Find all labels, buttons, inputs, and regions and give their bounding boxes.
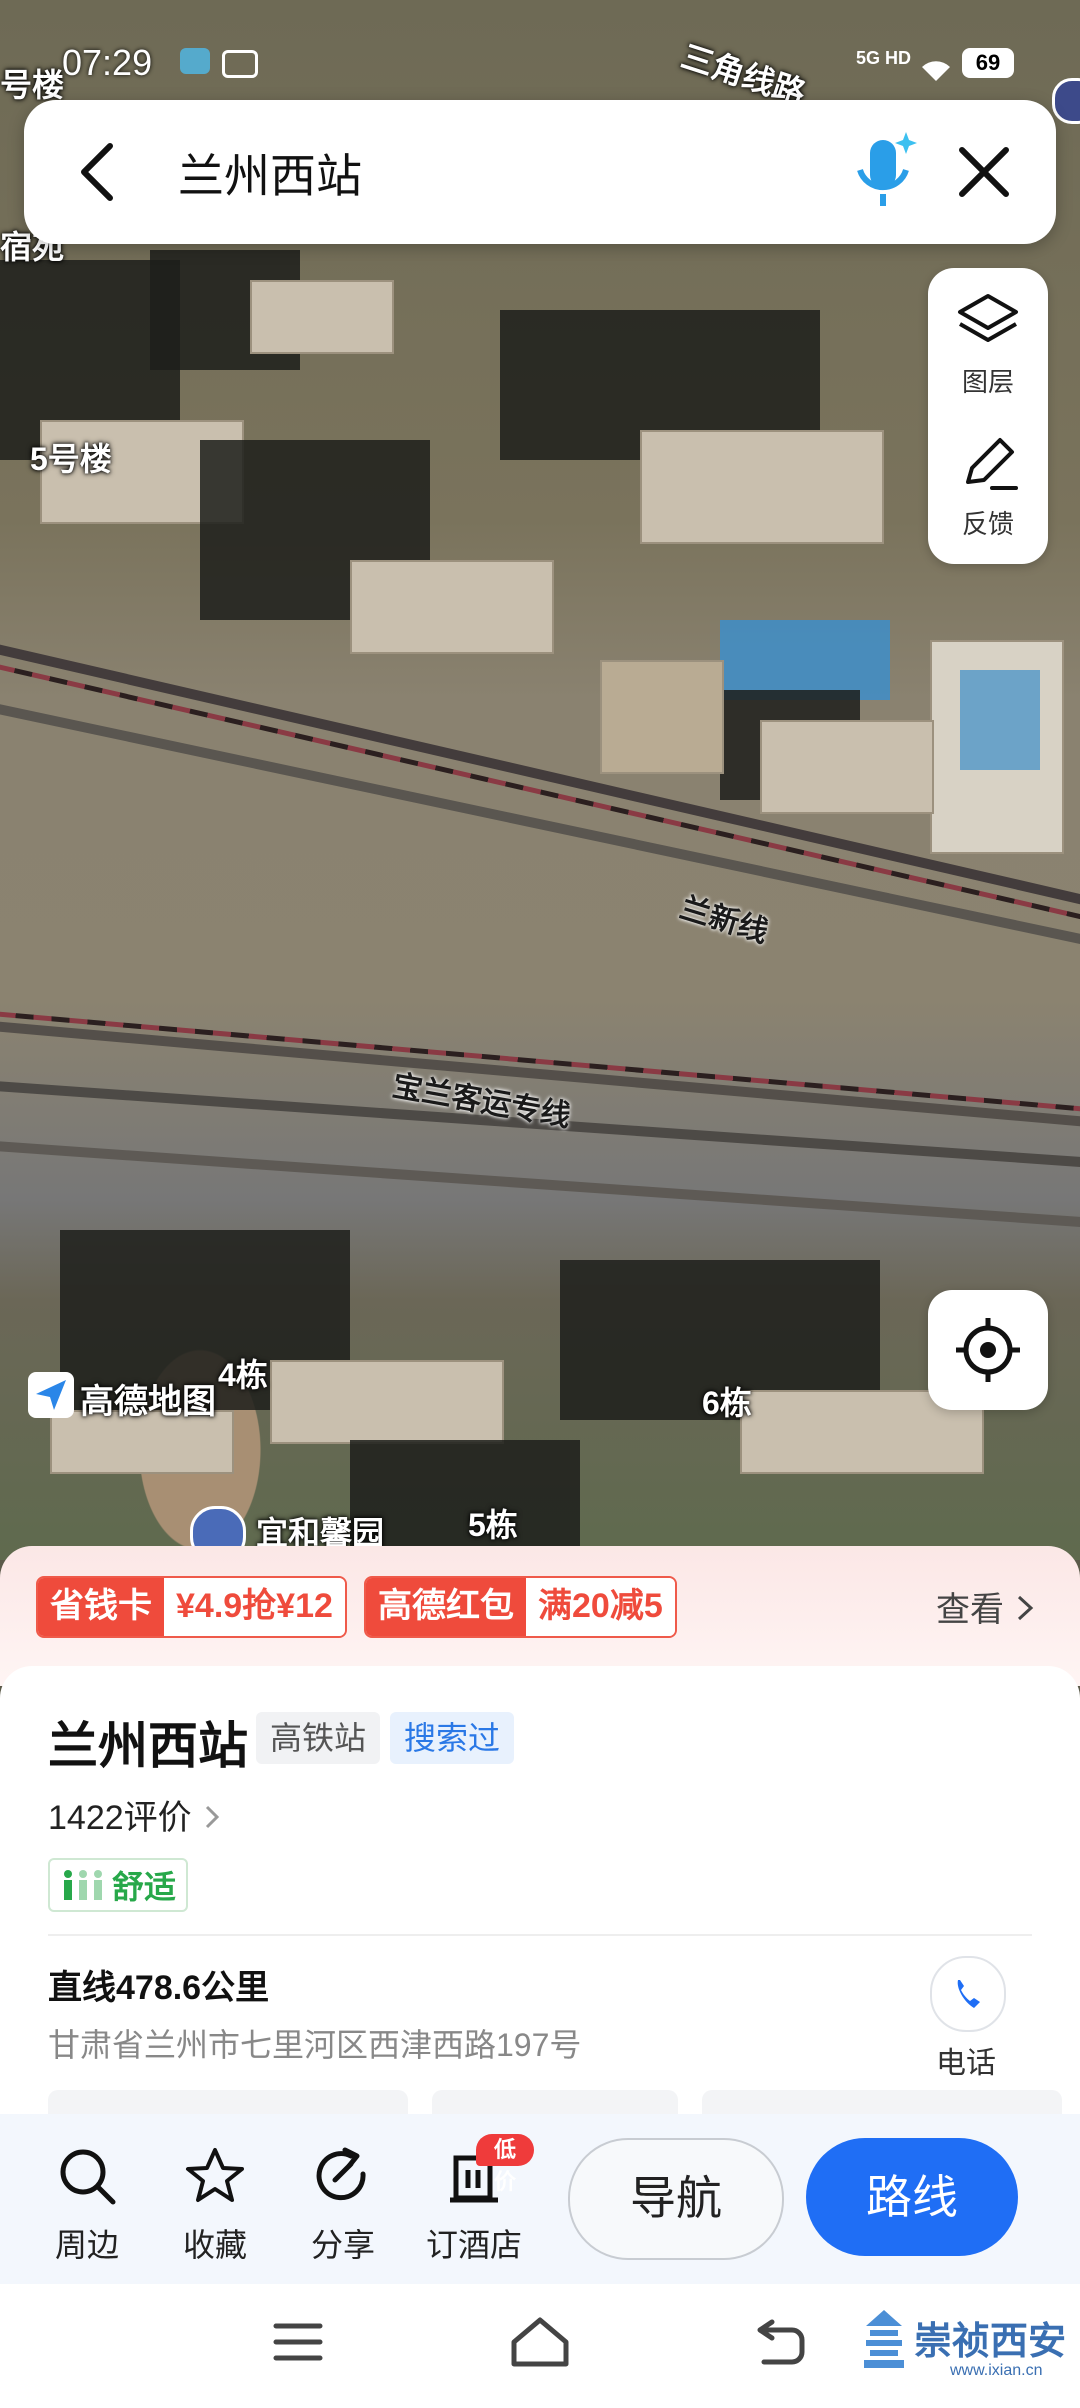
- search-icon: [60, 2149, 116, 2205]
- layers-label: 图层: [961, 367, 1014, 397]
- chevron-right-icon: [1018, 1595, 1034, 1621]
- watermark-url: www.ixian.cn: [950, 2362, 1043, 2379]
- category-chip: 高铁站: [256, 1712, 381, 1764]
- building-roof: [270, 1360, 504, 1444]
- back-nav-icon[interactable]: [752, 2316, 808, 2368]
- search-query[interactable]: 兰州西站: [178, 140, 362, 206]
- red-packet-offer: 满20减5: [526, 1578, 675, 1636]
- red-packet-label: 高德红包: [366, 1578, 526, 1636]
- railway-label: 兰新线: [676, 891, 772, 950]
- building-roof: [640, 430, 884, 544]
- red-packet-tag[interactable]: 高德红包 满20减5: [364, 1576, 677, 1638]
- map-poi-icon: [1052, 78, 1080, 124]
- promo-card-label: 省钱卡: [38, 1578, 164, 1636]
- navigate-button[interactable]: 导航: [568, 2138, 784, 2260]
- map-label: 5号楼: [30, 441, 112, 477]
- hotel-badge: 低价: [476, 2134, 534, 2194]
- address-text[interactable]: 甘肃省兰州市七里河区西津西路197号: [48, 2020, 581, 2066]
- crosshair-icon: [954, 1316, 1022, 1384]
- phone-button[interactable]: [930, 1956, 1006, 2032]
- map-label: 5栋: [468, 1507, 518, 1543]
- system-navigation-bar: 崇祯西安 www.ixian.cn: [0, 2284, 1080, 2408]
- message-notification-icon: [180, 48, 210, 74]
- map-label: 4栋: [218, 1357, 268, 1393]
- status-time: 07:29: [62, 42, 153, 83]
- reviews-count: 1422评价: [48, 1799, 192, 1837]
- divider: [48, 1934, 1032, 1936]
- comfort-text: 舒适: [112, 1869, 177, 1905]
- share-icon: [316, 2147, 366, 2201]
- nearby-label: 周边: [54, 2227, 119, 2263]
- place-name: 兰州西站: [48, 1718, 248, 1774]
- distance-text: 直线478.6公里: [48, 1969, 270, 2007]
- battery-level: 69: [962, 48, 1014, 78]
- favorite-label: 收藏: [182, 2227, 247, 2263]
- voice-search-icon[interactable]: [844, 126, 924, 216]
- search-bar[interactable]: 兰州西站: [24, 100, 1056, 244]
- star-icon: [186, 2148, 244, 2202]
- phone-icon: [957, 1980, 980, 2008]
- feedback-button[interactable]: 反馈: [928, 418, 1048, 564]
- phone-label: 电话: [936, 2047, 996, 2080]
- layers-icon: [956, 290, 1020, 354]
- promo-more-link[interactable]: 查看: [936, 1582, 1037, 1631]
- home-icon[interactable]: [508, 2314, 572, 2370]
- notification-icon: [222, 50, 258, 78]
- wifi-icon: [920, 50, 952, 81]
- layers-button[interactable]: 图层: [928, 268, 1048, 416]
- promo-more-label: 查看: [936, 1591, 1004, 1629]
- feedback-label: 反馈: [961, 509, 1014, 539]
- comfort-badge: 舒适: [48, 1858, 189, 1912]
- locate-me-button[interactable]: [928, 1290, 1048, 1410]
- watermark-logo-icon: [862, 2306, 906, 2376]
- promo-card-offer: ¥4.9抢¥12: [164, 1578, 345, 1636]
- chevron-right-icon: [206, 1805, 220, 1829]
- building-roof: [760, 720, 934, 814]
- status-bar: 07:29 5G HD 69: [0, 0, 1080, 124]
- crowd-level-icon: [64, 1870, 102, 1900]
- action-bar: 周边 收藏 分享 低价 订酒店 导航 路线: [0, 2114, 1080, 2284]
- network-type: 5G HD: [856, 48, 912, 68]
- amap-logo-text: 高德地图: [80, 1383, 216, 1421]
- building-roof: [250, 280, 394, 354]
- close-icon[interactable]: [950, 138, 1018, 206]
- watermark-text: 崇祯西安: [914, 2318, 1067, 2363]
- route-button[interactable]: 路线: [806, 2138, 1018, 2256]
- back-icon[interactable]: [64, 136, 136, 208]
- building-roof: [350, 560, 554, 654]
- share-label: 分享: [310, 2227, 375, 2263]
- menu-icon[interactable]: [272, 2320, 324, 2364]
- reviews-link[interactable]: 1422评价: [48, 1790, 223, 1839]
- map-tools-panel: 图层 反馈: [928, 268, 1048, 564]
- promo-strip: 省钱卡 ¥4.9抢¥12 高德红包 满20减5 查看: [0, 1546, 1080, 1686]
- construction-area: [720, 620, 890, 700]
- searched-chip: 搜索过: [390, 1712, 515, 1764]
- construction-area: [960, 670, 1040, 770]
- map-label: 6栋: [702, 1385, 752, 1421]
- building-roof: [600, 660, 724, 774]
- hotel-label: 订酒店: [425, 2227, 522, 2263]
- amap-logo-icon: [28, 1372, 74, 1418]
- money-saving-card-tag[interactable]: 省钱卡 ¥4.9抢¥12: [36, 1576, 347, 1638]
- edit-pencil-icon: [958, 432, 1020, 494]
- building-shadow: [350, 1440, 580, 1560]
